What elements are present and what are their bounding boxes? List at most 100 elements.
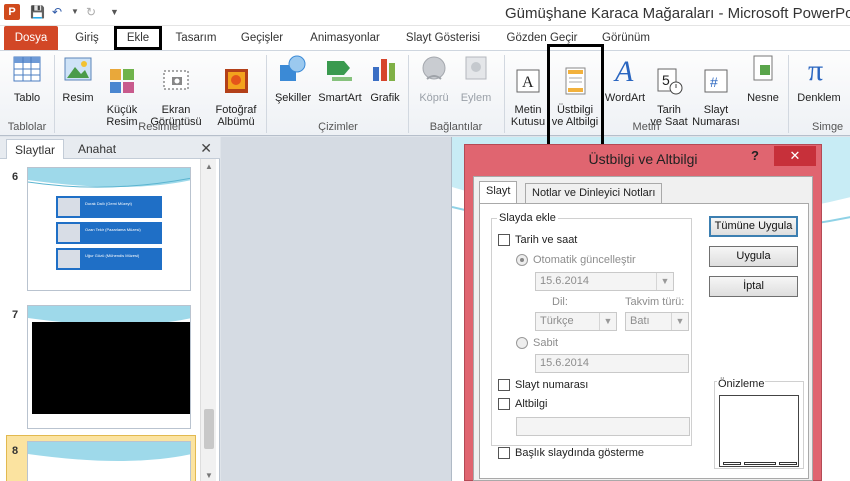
header-footer-dialog: Üstbilgi ve Altbilgi ? ✕ Slayt Notlar ve… <box>464 144 822 481</box>
group-separator <box>504 55 505 133</box>
preview-slide <box>719 395 799 467</box>
powerpoint-icon[interactable]: P <box>4 4 20 20</box>
scroll-up-icon[interactable]: ▲ <box>205 162 213 171</box>
footer-input[interactable] <box>516 417 690 436</box>
save-icon[interactable]: 💾 <box>30 5 45 19</box>
slide-number: 8 <box>12 445 19 457</box>
tab-design[interactable]: Tasarım <box>166 26 226 50</box>
shapes-icon <box>280 55 306 81</box>
undo-icon[interactable]: ↶ <box>52 5 62 19</box>
auto-update-radio[interactable] <box>516 254 528 266</box>
svg-text:5: 5 <box>662 72 670 88</box>
slide-number-icon: # <box>704 69 728 93</box>
chevron-down-icon: ▼ <box>656 273 673 290</box>
action-label: Eylem <box>460 92 492 104</box>
calendar-label: Takvim türü: <box>625 296 685 308</box>
chart-icon <box>373 59 395 81</box>
tab-slides[interactable]: Slaytlar <box>6 139 65 159</box>
slide-thumbnails: 6 Durak Dallı (Gemi Müzeyi) Ozan Tekir (… <box>0 159 200 481</box>
tab-slideshow[interactable]: Slayt Gösterisi <box>398 26 488 50</box>
action-icon <box>465 56 487 80</box>
svg-text:A: A <box>522 74 534 91</box>
picture-button[interactable]: Resim <box>58 53 98 104</box>
table-button[interactable]: Tablo <box>4 53 50 104</box>
preview-footer-placeholder <box>744 462 776 465</box>
textbox-icon: A <box>516 69 540 93</box>
screenshot-icon <box>163 70 189 90</box>
cancel-button[interactable]: İptal <box>709 276 798 297</box>
chevron-down-icon: ▼ <box>671 313 688 330</box>
tab-insert[interactable]: Ekle <box>114 26 162 50</box>
customize-toolbar-icon[interactable]: ▼ <box>110 5 119 19</box>
auto-update-label: Otomatik güncelleştir <box>533 254 636 266</box>
fixed-date-input[interactable]: 15.6.2014 <box>535 354 689 373</box>
date-time-checkbox[interactable] <box>498 234 510 246</box>
language-select[interactable]: Türkçe ▼ <box>535 312 617 331</box>
table-label: Tablo <box>13 92 41 104</box>
calendar-value: Batı <box>630 315 650 327</box>
wordart-button[interactable]: A WordArt <box>603 53 647 104</box>
clipart-icon <box>110 69 134 93</box>
group-tables-label: Tablolar <box>7 121 47 133</box>
tab-transitions[interactable]: Geçişler <box>232 26 292 50</box>
slides-pane: Slaytlar Anahat ✕ 6 Durak Dallı (Gemi Mü… <box>0 137 220 481</box>
object-icon <box>753 55 773 81</box>
thumbnails-scrollbar[interactable]: ▲ ▼ <box>200 159 216 481</box>
tab-file[interactable]: Dosya <box>4 26 58 50</box>
slide-thumbnail[interactable]: Durak Dallı (Gemi Müzeyi) Ozan Tekir (Pa… <box>27 167 191 291</box>
slide-thumbnail[interactable] <box>27 305 191 429</box>
tab-home[interactable]: Giriş <box>62 26 112 50</box>
group-separator <box>788 55 789 133</box>
equation-button[interactable]: π Denklem <box>792 53 846 104</box>
shapes-button[interactable]: Şekiller <box>272 53 314 104</box>
ribbon: Tablo Tablolar Resim Küçük Resim Ekran G… <box>0 50 850 136</box>
fixed-radio[interactable] <box>516 337 528 349</box>
slide-6-item: Uğur Gözü (Mühendis Müzesi) <box>85 253 140 258</box>
svg-text:π: π <box>808 54 823 85</box>
annotation-highlight-box <box>547 44 604 153</box>
redo-icon[interactable]: ↻ <box>86 5 96 19</box>
include-on-slide-label: Slayda ekle <box>497 212 558 224</box>
shapes-label: Şekiller <box>274 92 312 104</box>
title-bar: P 💾 ↶ ▼ ↻ ▼ Gümüşhane Karaca Mağaraları … <box>0 0 850 26</box>
hyperlink-button[interactable]: Köprü <box>414 53 454 104</box>
preview-label: Önizleme <box>717 378 766 390</box>
group-illustrations-label: Çizimler <box>318 121 358 133</box>
globe-link-icon <box>422 56 446 80</box>
group-symbols-label: Simge <box>812 121 844 133</box>
object-button[interactable]: Nesne <box>742 53 784 104</box>
calendar-select[interactable]: Batı ▼ <box>625 312 689 331</box>
object-label: Nesne <box>747 92 779 104</box>
chart-button[interactable]: Grafik <box>366 53 404 104</box>
smartart-button[interactable]: SmartArt <box>316 53 364 104</box>
hyperlink-label: Köprü <box>419 92 449 104</box>
tab-outline[interactable]: Anahat <box>70 139 124 159</box>
scrollbar-thumb[interactable] <box>204 409 214 449</box>
slide-number-checkbox[interactable] <box>498 379 510 391</box>
dialog-body: Slayt Notlar ve Dinleyici Notları Slayda… <box>473 176 813 481</box>
slide-8-preview <box>28 442 190 461</box>
apply-button[interactable]: Uygula <box>709 246 798 267</box>
slide-number: 6 <box>12 171 19 183</box>
tab-slide[interactable]: Slayt <box>479 181 518 204</box>
slide-6-item: Ozan Tekir (Pazarlama Müzesi) <box>85 227 141 232</box>
apply-all-button[interactable]: Tümüne Uygula <box>709 216 798 237</box>
pane-tabs: Slaytlar Anahat ✕ <box>0 137 220 159</box>
action-button[interactable]: Eylem <box>456 53 496 104</box>
equation-label: Denklem <box>797 92 841 104</box>
scroll-down-icon[interactable]: ▼ <box>205 471 213 480</box>
footer-checkbox[interactable] <box>498 398 510 410</box>
language-label: Dil: <box>552 296 568 308</box>
preview-group: Önizleme <box>714 378 804 469</box>
close-icon[interactable]: ✕ <box>200 140 212 157</box>
group-images-label: Resimler <box>138 121 182 133</box>
tab-notes-handouts[interactable]: Notlar ve Dinleyici Notları <box>525 183 663 203</box>
tab-animations[interactable]: Animasyonlar <box>302 26 388 50</box>
slide-thumbnail[interactable] <box>27 441 191 481</box>
auto-date-select[interactable]: 15.6.2014 ▼ <box>535 272 674 291</box>
chevron-down-icon[interactable]: ▼ <box>71 5 79 19</box>
dont-show-title-checkbox[interactable] <box>498 447 510 459</box>
close-button[interactable]: ✕ <box>774 146 816 166</box>
preview-date-placeholder <box>723 462 741 465</box>
help-icon[interactable]: ? <box>751 148 759 163</box>
